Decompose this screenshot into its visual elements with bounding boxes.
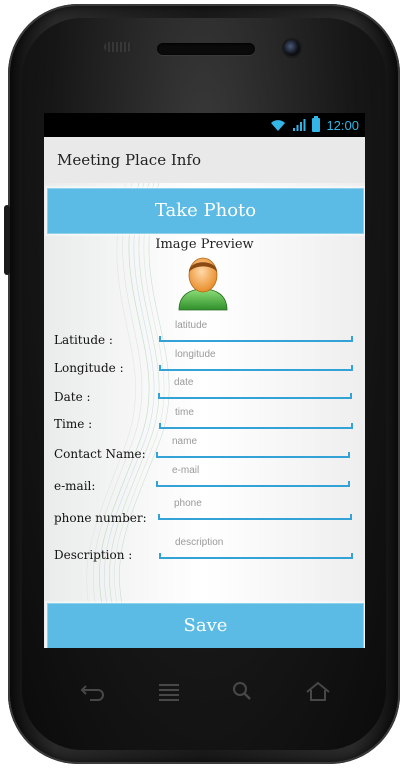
contact-name-label: Contact Name: xyxy=(54,447,146,461)
front-camera xyxy=(284,40,300,56)
latitude-label: Latitude : xyxy=(54,333,113,347)
description-label: Description : xyxy=(54,548,133,562)
save-button[interactable]: Save xyxy=(47,603,364,648)
name-placeholder: name xyxy=(172,436,198,447)
status-bar: 12:00 xyxy=(44,113,365,137)
latitude-placeholder: latitude xyxy=(175,320,208,331)
app-title: Meeting Place Info xyxy=(57,151,202,169)
phone-field[interactable]: phone xyxy=(158,498,352,520)
latitude-field[interactable]: latitude xyxy=(159,320,353,342)
email-placeholder: e-mail xyxy=(172,465,200,476)
avatar-icon[interactable] xyxy=(176,255,230,311)
screen: 12:00 Meeting Place Info Take Photo Imag… xyxy=(44,113,365,648)
time-placeholder: time xyxy=(175,407,194,418)
wifi-icon xyxy=(271,120,286,131)
take-photo-button[interactable]: Take Photo xyxy=(47,188,364,234)
time-label: Time : xyxy=(54,417,93,431)
email-label: e-mail: xyxy=(54,479,96,493)
email-field[interactable]: e-mail xyxy=(156,465,350,487)
longitude-field[interactable]: longitude xyxy=(159,349,353,371)
menu-icon[interactable] xyxy=(154,680,184,702)
back-icon[interactable] xyxy=(78,680,108,702)
date-placeholder: date xyxy=(174,377,194,388)
search-icon[interactable] xyxy=(228,680,258,702)
speaker-grille xyxy=(104,42,132,52)
status-time: 12:00 xyxy=(326,117,359,133)
longitude-label: Longitude : xyxy=(54,361,124,375)
contact-name-field[interactable]: name xyxy=(156,436,350,458)
battery-icon xyxy=(312,116,321,132)
home-icon[interactable] xyxy=(303,680,333,702)
time-field[interactable]: time xyxy=(159,407,353,429)
phone-number-label: phone number: xyxy=(54,511,147,525)
date-field[interactable]: date xyxy=(158,377,352,399)
description-placeholder: description xyxy=(175,537,224,548)
earpiece xyxy=(157,43,255,55)
volume-button xyxy=(4,205,10,275)
image-preview-label: Image Preview xyxy=(155,237,254,252)
longitude-placeholder: longitude xyxy=(175,349,216,360)
phone-placeholder: phone xyxy=(174,498,202,509)
signal-icon xyxy=(293,119,306,131)
date-label: Date : xyxy=(54,390,91,404)
action-bar: Meeting Place Info xyxy=(44,137,365,184)
description-field[interactable]: description xyxy=(159,537,353,559)
